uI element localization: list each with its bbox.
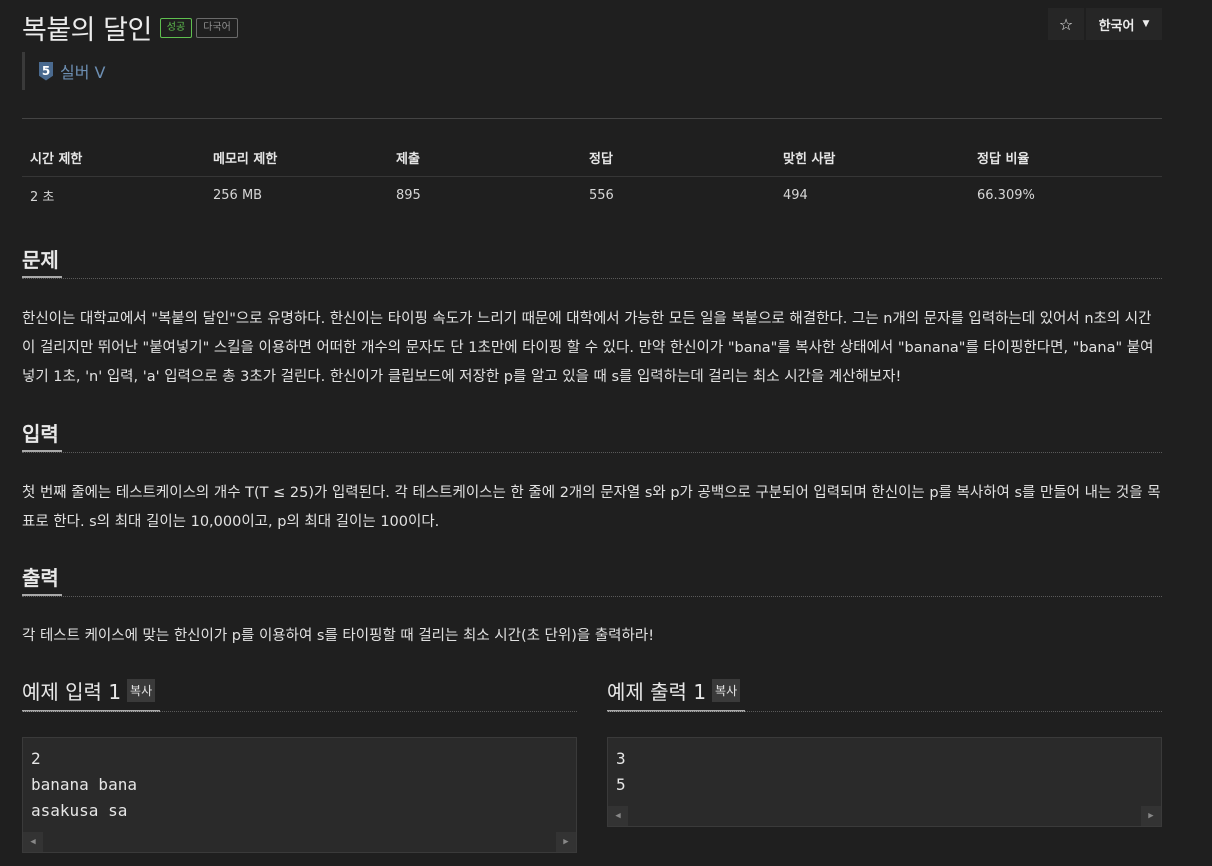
tier-box: 5 실버 V [22, 52, 105, 90]
stats-solved[interactable]: 494 [775, 177, 969, 216]
scroll-right-icon[interactable]: ▶ [1141, 806, 1161, 826]
page-title: 복붙의 달인 [22, 15, 152, 46]
divider [22, 118, 1162, 119]
language-label: 한국어 [1098, 18, 1135, 34]
copy-output-button[interactable]: 복사 [712, 679, 741, 702]
stats-accepted[interactable]: 556 [581, 177, 775, 216]
input-section-title: 입력 [22, 422, 59, 446]
copy-input-button[interactable]: 복사 [127, 679, 156, 702]
input-description: 첫 번째 줄에는 테스트케이스의 개수 T(T ≤ 25)가 입력된다. 각 테… [22, 485, 1161, 530]
code-line: 5 [616, 775, 626, 794]
problem-description: 한신이는 대학교에서 "복붙의 달인"으로 유명하다. 한신이는 타이핑 속도가… [22, 311, 1154, 385]
tier-label[interactable]: 실버 V [60, 59, 105, 83]
stats-header-submit: 제출 [388, 138, 581, 177]
stats-header-time: 시간 제한 [22, 138, 205, 177]
scroll-right-icon[interactable]: ▶ [556, 832, 576, 852]
example-output-code: 3 5 [608, 738, 1161, 798]
scroll-track[interactable] [628, 806, 1141, 826]
stats-table: 시간 제한 메모리 제한 제출 정답 맞힌 사람 정답 비율 2 초 256 M… [22, 138, 1162, 215]
output-section-title: 출력 [22, 566, 59, 590]
section-divider [22, 278, 1162, 279]
stats-memory: 256 MB [213, 188, 263, 203]
section-divider [22, 452, 1162, 453]
success-badge: 성공 [159, 17, 193, 38]
scroll-left-icon[interactable]: ◀ [23, 832, 43, 852]
section-divider [22, 711, 577, 712]
example-input-box[interactable]: 2 banana bana asakusa sa ◀ ▶ [22, 737, 577, 853]
output-description: 각 테스트 케이스에 맞는 한신이가 p를 이용하여 s를 타이핑할 때 걸리는… [22, 628, 655, 644]
multilang-badge[interactable]: 다국어 [196, 17, 238, 38]
title-row: 복붙의 달인 성공 다국어 [22, 8, 238, 47]
language-select[interactable]: 한국어 ▼ [1086, 8, 1162, 40]
scroll-track[interactable] [43, 832, 556, 852]
stats-header-memory: 메모리 제한 [205, 138, 388, 177]
horizontal-scrollbar[interactable]: ◀ ▶ [608, 806, 1161, 826]
stats-header-solved: 맞힌 사람 [775, 138, 969, 177]
caret-down-icon: ▼ [1142, 19, 1150, 29]
horizontal-scrollbar[interactable]: ◀ ▶ [23, 832, 576, 852]
star-icon[interactable]: ☆ [1048, 8, 1084, 40]
example-input-header: 예제 입력 1 복사 [22, 676, 156, 705]
scroll-left-icon[interactable]: ◀ [608, 806, 628, 826]
code-line: 3 [616, 749, 626, 768]
stats-value-row: 2 초 256 MB 895 556 494 66.309% [22, 177, 1162, 216]
example-input-code: 2 banana bana asakusa sa [23, 738, 576, 824]
example-output-box[interactable]: 3 5 ◀ ▶ [607, 737, 1162, 827]
tier-icon: 5 [39, 61, 53, 81]
section-divider [607, 711, 1162, 712]
stats-submit[interactable]: 895 [388, 177, 581, 216]
problem-section-title: 문제 [22, 248, 59, 272]
top-controls: ☆ 한국어 ▼ [1048, 8, 1162, 40]
code-line: banana bana [31, 775, 137, 794]
stats-header-accepted: 정답 [581, 138, 775, 177]
example-output-title: 예제 출력 1 [607, 680, 707, 704]
code-line: asakusa sa [31, 801, 128, 820]
stats-header-ratio: 정답 비율 [969, 138, 1162, 177]
section-divider [22, 596, 1162, 597]
code-line: 2 [31, 749, 41, 768]
stats-time: 2 초 [30, 190, 55, 205]
stats-header-row: 시간 제한 메모리 제한 제출 정답 맞힌 사람 정답 비율 [22, 138, 1162, 177]
stats-ratio: 66.309% [977, 188, 1035, 203]
example-input-title: 예제 입력 1 [22, 680, 122, 704]
example-output-header: 예제 출력 1 복사 [607, 676, 741, 705]
